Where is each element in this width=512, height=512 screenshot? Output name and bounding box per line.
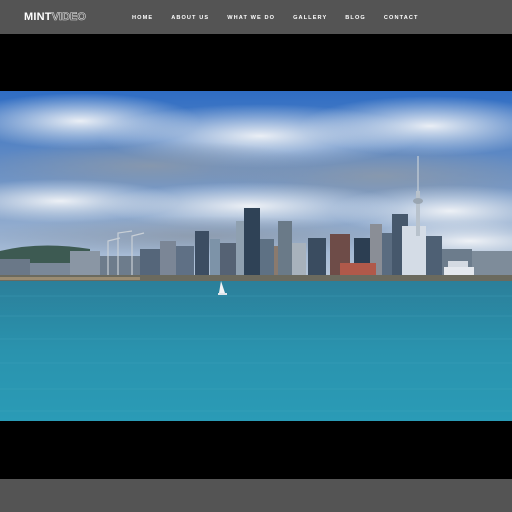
bottom-bar	[0, 479, 512, 512]
site-header: MINT VIDEO HOME ABOUT US WHAT WE DO GALL…	[0, 0, 512, 34]
site-logo[interactable]: MINT VIDEO	[24, 11, 86, 25]
video-frame	[0, 91, 512, 421]
nav-what-we-do[interactable]: WHAT WE DO	[227, 14, 275, 22]
video-player[interactable]	[0, 34, 512, 479]
city-skyline-harbor-image	[0, 91, 512, 421]
nav-gallery[interactable]: GALLERY	[293, 14, 327, 22]
logo-mint-text: MINT	[24, 11, 52, 23]
nav-contact[interactable]: CONTACT	[384, 14, 419, 22]
nav-about-us[interactable]: ABOUT US	[171, 14, 209, 22]
logo-video-text: VIDEO	[51, 11, 86, 24]
nav-home[interactable]: HOME	[132, 14, 153, 22]
main-navigation: HOME ABOUT US WHAT WE DO GALLERY BLOG CO…	[132, 14, 437, 22]
nav-blog[interactable]: BLOG	[345, 14, 366, 22]
